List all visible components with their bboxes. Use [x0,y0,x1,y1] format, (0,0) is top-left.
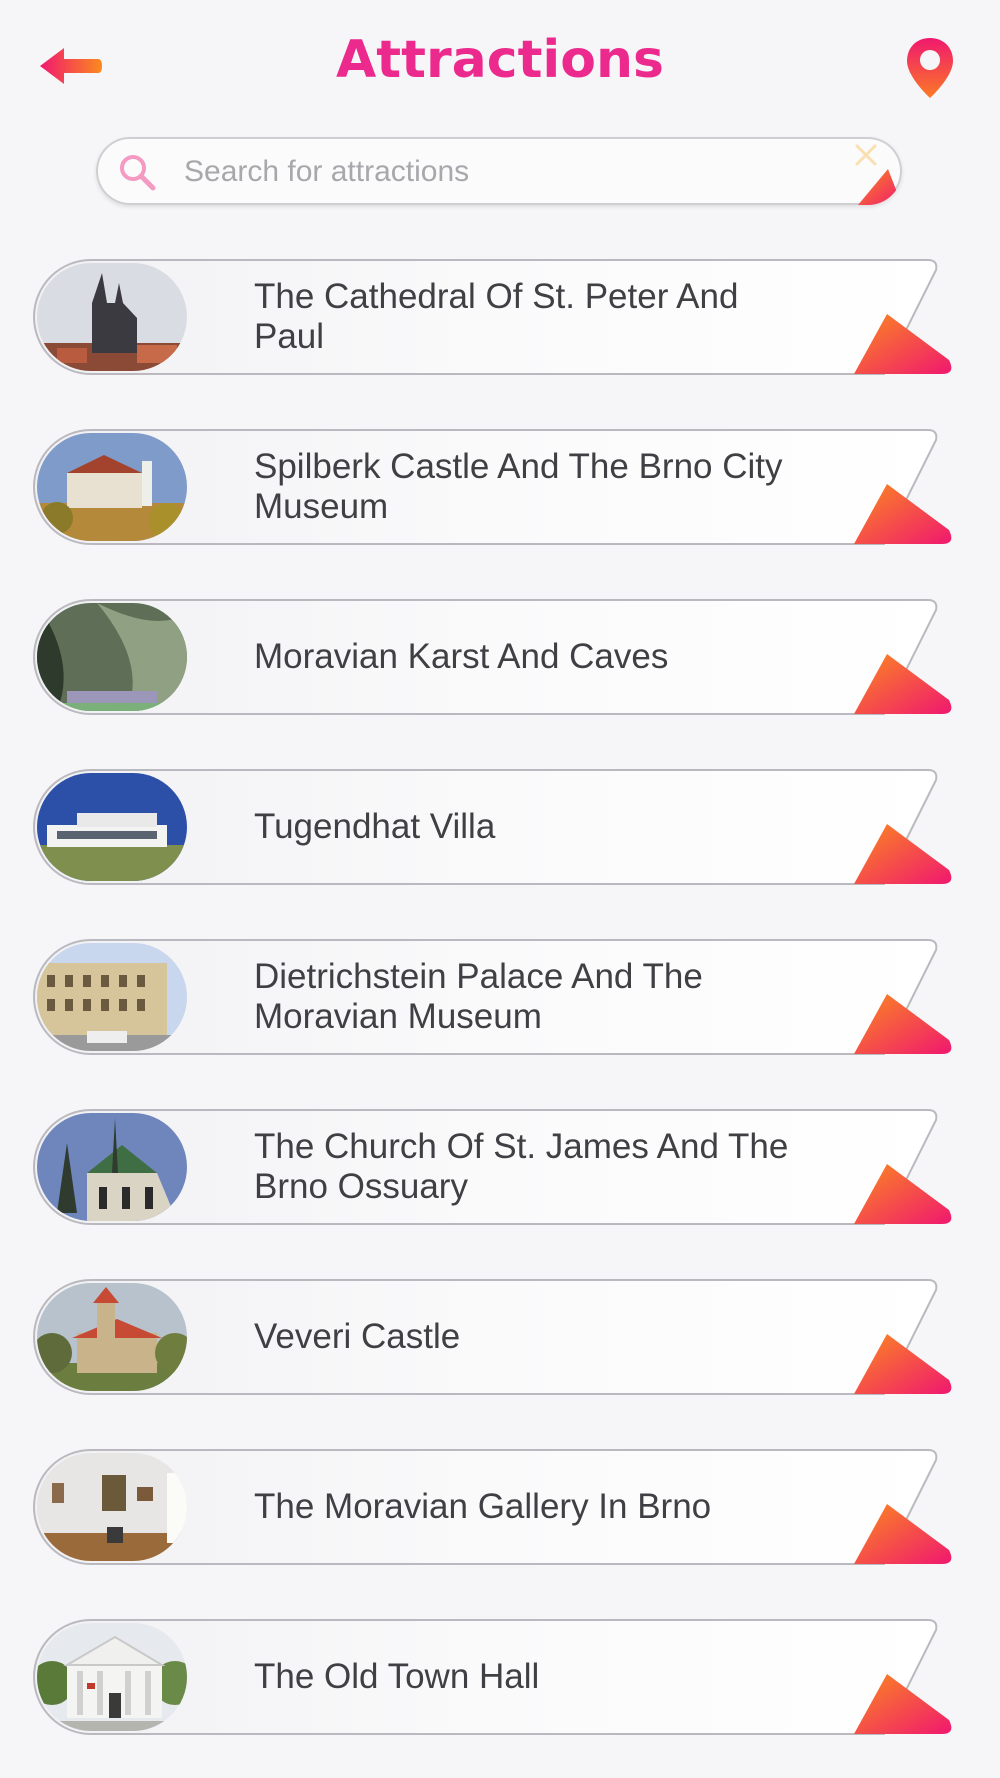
attraction-card[interactable]: Moravian Karst And Caves [32,598,956,716]
attraction-name: The Cathedral Of St. Peter And Paul [254,277,739,356]
attraction-thumbnail [37,943,187,1051]
map-pin-icon [907,38,953,98]
attraction-thumbnail [37,1623,187,1731]
attraction-card[interactable]: The Old Town Hall [32,1618,956,1736]
attraction-thumbnail [37,1283,187,1391]
page-title: Attractions [336,30,664,90]
attraction-thumbnail [37,1453,187,1561]
attraction-name: Tugendhat Villa [254,807,496,846]
attraction-card[interactable]: Tugendhat Villa [32,768,956,886]
attraction-name: Dietrichstein Palace And The Moravian Mu… [254,957,703,1036]
attraction-thumbnail [37,263,187,371]
attraction-card[interactable]: The Moravian Gallery In Brno [32,1448,956,1566]
map-button[interactable] [904,36,956,100]
close-icon[interactable] [852,141,880,169]
attraction-card[interactable]: The Cathedral Of St. Peter And Paul [32,258,956,376]
search-corner-accent [858,169,902,205]
attraction-name: Veveri Castle [254,1317,461,1356]
attraction-name: Spilberk Castle And The Brno City Museum [254,447,783,526]
attraction-card[interactable]: Dietrichstein Palace And The Moravian Mu… [32,938,956,1056]
attraction-name: The Moravian Gallery In Brno [254,1487,712,1526]
attraction-name: The Old Town Hall [254,1657,540,1696]
search-input[interactable] [182,147,746,197]
attraction-card[interactable]: Veveri Castle [32,1278,956,1396]
attraction-card[interactable]: The Church Of St. James And The Brno Oss… [32,1108,956,1226]
app-header: Attractions [0,0,1000,130]
search-bar [96,137,902,205]
search-icon [120,155,156,191]
attraction-card[interactable]: Spilberk Castle And The Brno City Museum [32,428,956,546]
attraction-thumbnail [37,603,187,711]
attraction-name: The Church Of St. James And The Brno Oss… [254,1127,789,1206]
attraction-thumbnail [37,773,187,881]
attraction-thumbnail [37,1113,187,1221]
attraction-name: Moravian Karst And Caves [254,637,669,676]
attraction-thumbnail [37,433,187,541]
